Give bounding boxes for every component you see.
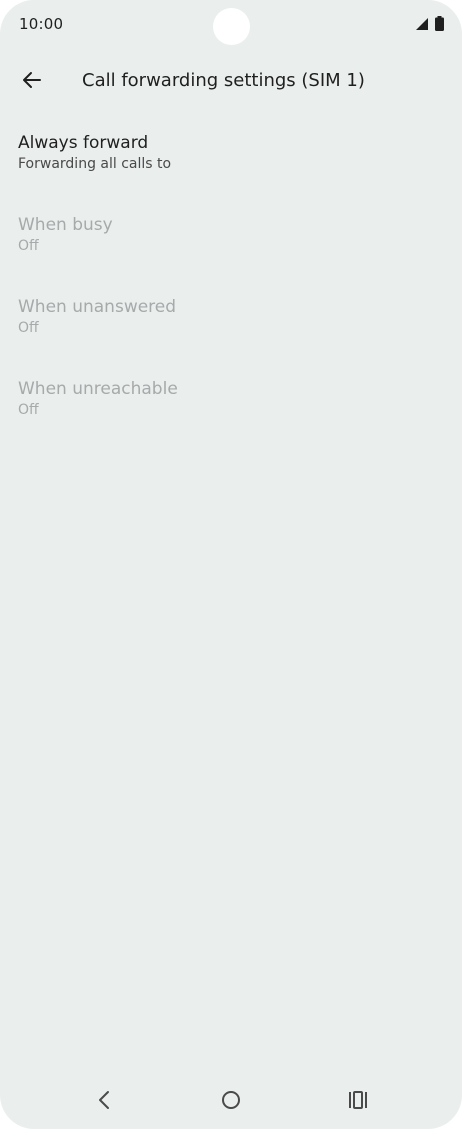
camera-cutout xyxy=(213,8,250,45)
signal-icon xyxy=(415,16,429,35)
list-item-when-busy: When busy Off xyxy=(0,202,462,284)
list-item-title: Always forward xyxy=(18,133,149,153)
list-item-when-unreachable: When unreachable Off xyxy=(0,366,462,448)
nav-back-icon xyxy=(97,1090,111,1114)
nav-home-button[interactable] xyxy=(213,1088,249,1116)
list-item-title: When unreachable xyxy=(18,379,178,399)
status-bar: 10:00 xyxy=(0,0,462,48)
status-icons xyxy=(415,16,444,35)
list-item-title: When unanswered xyxy=(18,297,177,317)
phone-screen: 10:00 Call forwarding settings (SIM 1) A… xyxy=(0,0,462,1129)
forwarding-options-list: Always forward Forwarding all calls to W… xyxy=(0,120,462,448)
list-item-subtitle: Off xyxy=(18,238,39,254)
nav-home-icon xyxy=(221,1090,241,1114)
app-bar: Call forwarding settings (SIM 1) xyxy=(0,56,462,108)
status-time: 10:00 xyxy=(19,15,64,33)
list-item-title: When busy xyxy=(18,215,113,235)
list-item-subtitle: Off xyxy=(18,402,39,418)
list-item-always-forward[interactable]: Always forward Forwarding all calls to xyxy=(0,120,462,202)
navigation-bar xyxy=(0,1078,462,1126)
battery-icon xyxy=(435,16,444,35)
list-item-subtitle: Off xyxy=(18,320,39,336)
list-item-subtitle: Forwarding all calls to xyxy=(18,156,172,172)
back-button[interactable] xyxy=(14,64,50,100)
page-title: Call forwarding settings (SIM 1) xyxy=(82,70,365,91)
arrow-left-icon xyxy=(22,70,42,94)
nav-back-button[interactable] xyxy=(86,1088,122,1116)
list-item-when-unanswered: When unanswered Off xyxy=(0,284,462,366)
nav-recents-button[interactable] xyxy=(340,1088,376,1116)
nav-recents-icon xyxy=(348,1091,368,1113)
